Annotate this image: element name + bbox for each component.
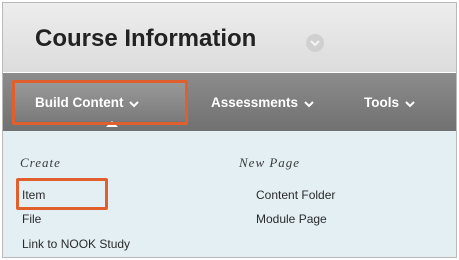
build-content-highlight: [12, 80, 188, 125]
menu-item-content-folder[interactable]: Content Folder: [256, 188, 335, 202]
menu-item-file[interactable]: File: [22, 212, 41, 226]
title-bar: Course Information: [3, 3, 456, 72]
tools-label: Tools: [364, 95, 399, 110]
chevron-down-icon: [405, 96, 415, 111]
chevron-down-icon: [304, 96, 314, 111]
tools-menu[interactable]: Tools: [364, 95, 415, 111]
assessments-menu[interactable]: Assessments: [211, 95, 314, 111]
page-title: Course Information: [35, 25, 257, 52]
course-window: Course Information Build Content Assessm…: [2, 2, 457, 258]
chevron-down-icon: [310, 40, 320, 47]
create-heading: Create: [20, 155, 61, 170]
menu-item-link-to-nook-study[interactable]: Link to NOOK Study: [22, 237, 130, 251]
assessments-label: Assessments: [211, 95, 299, 110]
title-options-button[interactable]: [306, 34, 324, 52]
menu-item-module-page[interactable]: Module Page: [256, 212, 327, 226]
new-page-heading: New Page: [239, 155, 301, 170]
item-highlight: [16, 178, 108, 210]
